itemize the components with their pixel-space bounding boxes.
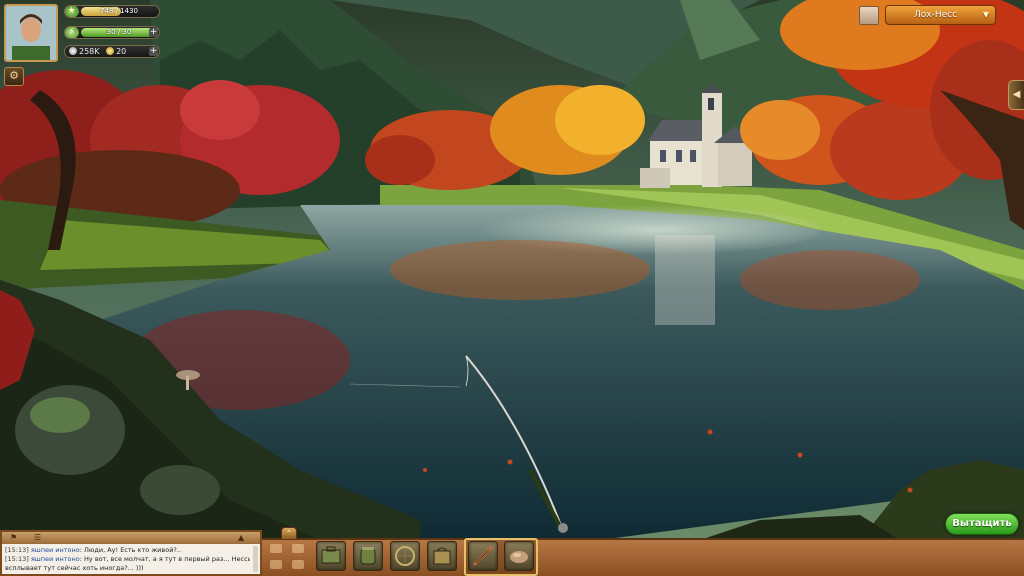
chevron-up-icon[interactable]: ⌃	[281, 527, 297, 540]
bait-icon	[510, 551, 528, 563]
silver-amount: 258K	[79, 47, 100, 56]
chat-scrollbar[interactable]	[253, 546, 258, 572]
chat-user[interactable]: яшпеи интоно	[31, 546, 80, 554]
chevron-down-icon: ▼	[982, 10, 989, 19]
experience-text: 748 / 1430	[100, 7, 138, 15]
mail-icon[interactable]	[292, 544, 304, 553]
fishing-net-icon	[395, 546, 415, 566]
inventory-slot-3[interactable]	[390, 541, 420, 571]
bag-icon	[433, 547, 451, 565]
location-select[interactable]: Лох-Несс ▼	[885, 5, 996, 25]
energy-text: 30 / 30	[106, 28, 132, 36]
gold-amount: 20	[116, 47, 127, 56]
chat-message: [15:13] яшпеи интоно: Люди, Ау! Есть кто…	[5, 546, 250, 555]
chat-text: всплывает тут сейчас хоть иногда?... )))	[5, 564, 144, 572]
currency-panel: 258K 20 +	[64, 45, 160, 58]
chat-header: ⚑ ☰ ▲	[2, 532, 260, 544]
player-avatar[interactable]	[4, 4, 58, 62]
inventory-slot-4[interactable]	[427, 541, 457, 571]
inventory-slot-1[interactable]	[316, 541, 346, 571]
chat-time: [15:13]	[5, 555, 29, 563]
add-energy-button[interactable]: +	[149, 28, 158, 37]
player-portrait-icon	[6, 6, 56, 60]
silver-coin-icon	[69, 47, 77, 55]
map-icon[interactable]	[859, 6, 879, 25]
lightning-icon: ⚡	[65, 27, 79, 38]
rod-icon	[473, 546, 493, 566]
list-icon[interactable]: ☰	[34, 532, 41, 544]
experience-bar: ★ 748 / 1430	[64, 5, 160, 18]
friends-icon[interactable]	[270, 544, 282, 553]
chat-collapse-icon[interactable]: ▲	[238, 532, 244, 544]
chat-message: [15:13] яшпеи интоно: Ну вот, все молчат…	[5, 555, 250, 564]
bait-jar-icon	[360, 547, 376, 565]
shop-icon[interactable]	[270, 560, 282, 569]
tackle-box-icon	[321, 546, 341, 564]
chat-text: : Ну вот, все молчат, а я тут в первый р…	[79, 555, 250, 563]
rating-icon[interactable]	[292, 560, 304, 569]
chat-message: всплывает тут сейчас хоть иногда?... )))	[5, 564, 250, 573]
gear-icon[interactable]: ⚙	[4, 67, 24, 86]
chat-panel: ⚑ ☰ ▲ [15:13] яшпеи интоно: Люди, Ау! Ес…	[0, 530, 262, 576]
gold-coin-icon	[106, 47, 115, 55]
chat-user[interactable]: яшпеи интоно	[31, 555, 80, 563]
chevron-left-icon[interactable]: ◀	[1008, 80, 1024, 110]
chat-text: : Люди, Ау! Есть кто живой?..	[79, 546, 182, 554]
lake-scene	[0, 0, 1024, 576]
energy-bar: ⚡ 30 / 30 +	[64, 26, 160, 39]
rod-slot[interactable]	[468, 541, 498, 571]
chat-time: [15:13]	[5, 546, 29, 554]
location-name: Лох-Несс	[914, 10, 958, 20]
flag-icon[interactable]: ⚑	[10, 532, 17, 544]
pull-button[interactable]: Вытащить	[945, 513, 1019, 535]
quick-icons	[268, 541, 308, 573]
chat-messages: [15:13] яшпеи интоно: Люди, Ау! Есть кто…	[5, 546, 250, 573]
bait-slot[interactable]	[504, 541, 534, 571]
inventory-slot-2[interactable]	[353, 541, 383, 571]
level-star-icon: ★	[65, 6, 79, 17]
add-money-button[interactable]: +	[149, 47, 158, 56]
